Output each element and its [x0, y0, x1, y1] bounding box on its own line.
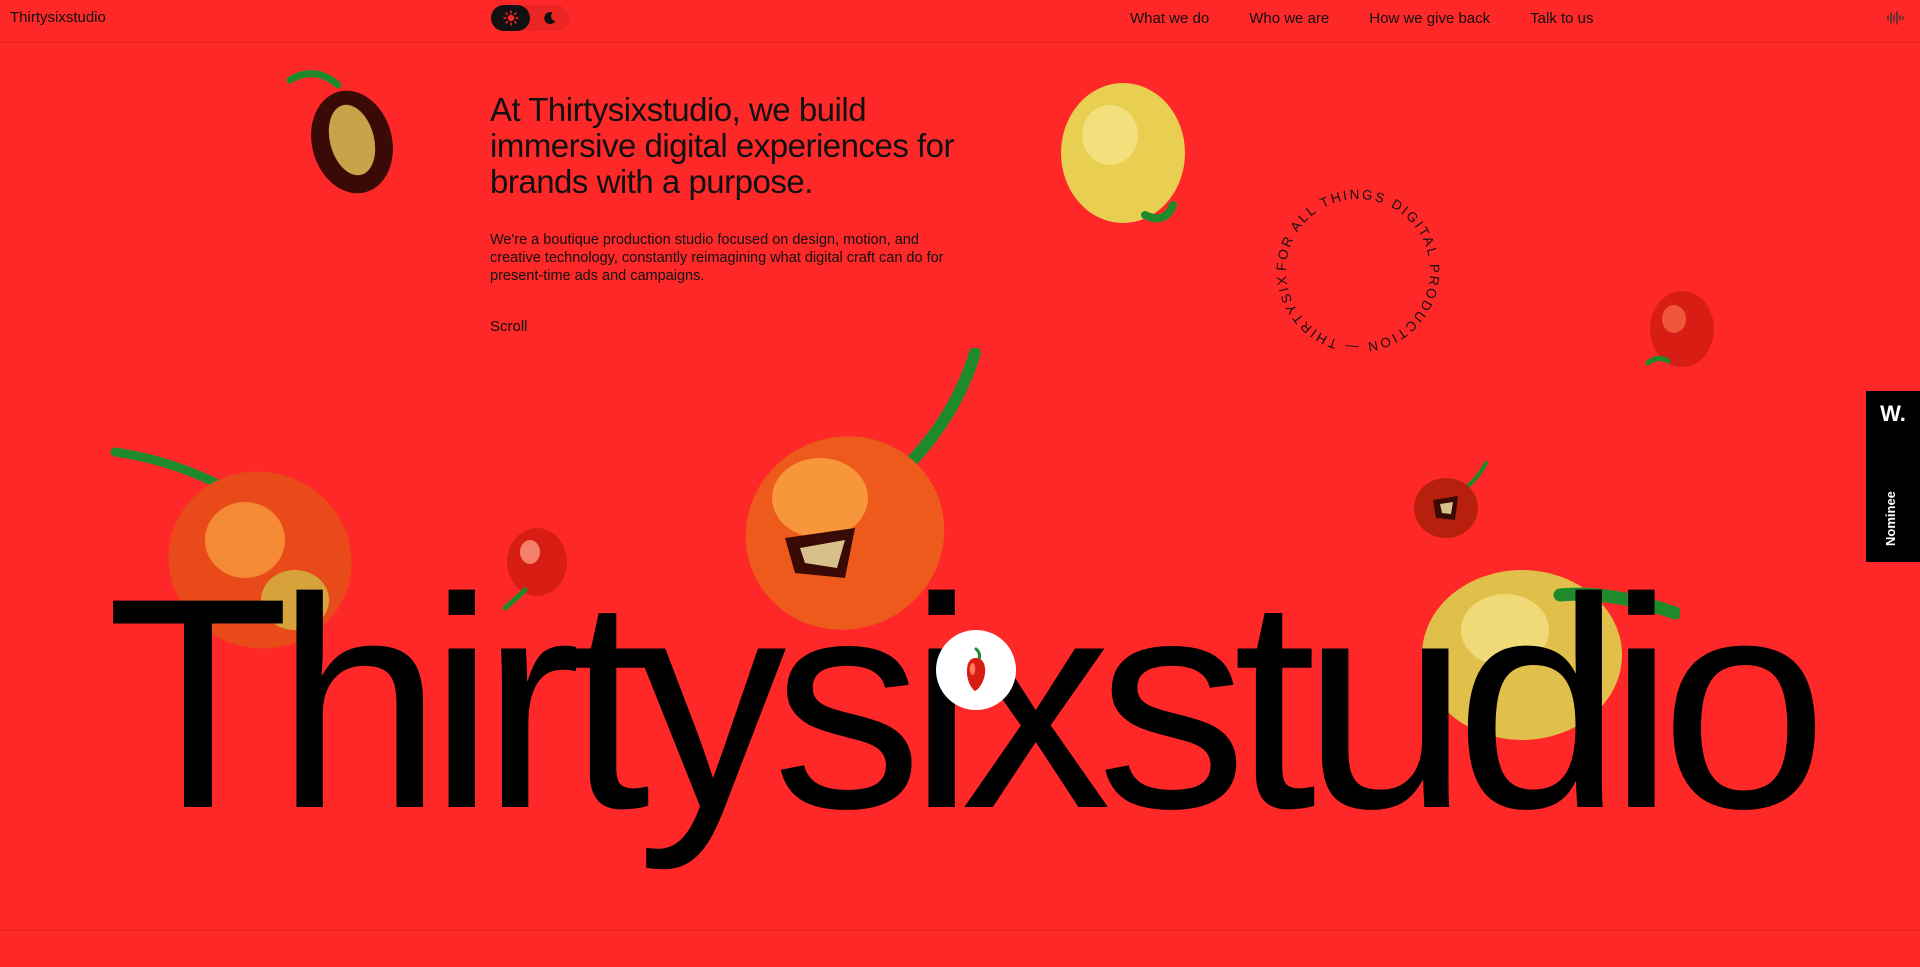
award-badge[interactable]: W. Nominee	[1866, 391, 1920, 562]
moon-icon	[543, 12, 555, 25]
circular-tagline: FOR ALL THINGS DIGITAL PRODUCTION — THIR…	[1263, 176, 1442, 355]
top-bar: Thirtysixstudio What we do Who we are Ho…	[0, 0, 1920, 43]
scroll-link[interactable]: Scroll	[490, 318, 528, 335]
pepper-image	[1061, 83, 1185, 223]
pepper-image	[1414, 461, 1488, 538]
brand-logo[interactable]: Thirtysixstudio	[10, 9, 106, 26]
light-mode-button[interactable]	[491, 5, 530, 31]
bottom-divider	[0, 930, 1920, 931]
pepper-icon	[967, 647, 986, 691]
svg-text:FOR ALL THINGS DIGITAL PRODUCT: FOR ALL THINGS DIGITAL PRODUCTION — THIR…	[1263, 176, 1442, 355]
award-logo: W.	[1880, 401, 1906, 426]
award-label: Nominee	[1883, 491, 1898, 546]
pepper-image	[286, 70, 393, 194]
main-nav: What we do Who we are How we give back T…	[1130, 10, 1594, 27]
cursor-indicator	[936, 630, 1016, 710]
nav-talk-to-us[interactable]: Talk to us	[1530, 10, 1593, 27]
sound-wave-icon	[1887, 11, 1904, 25]
sound-toggle-button[interactable]	[1880, 5, 1910, 31]
nav-who-we-are[interactable]: Who we are	[1249, 10, 1329, 27]
circular-tagline-text: FOR ALL THINGS DIGITAL PRODUCTION — THIR…	[1263, 176, 1440, 355]
sun-icon	[502, 10, 519, 26]
dark-mode-button[interactable]	[530, 5, 569, 31]
theme-toggle[interactable]	[491, 5, 569, 31]
pepper-image	[1645, 291, 1714, 367]
nav-how-we-give-back[interactable]: How we give back	[1369, 10, 1490, 27]
hero-intro: We're a boutique production studio focus…	[490, 232, 944, 284]
hero-headline: At Thirtysixstudio, we build immersive d…	[490, 91, 955, 200]
nav-what-we-do[interactable]: What we do	[1130, 10, 1209, 27]
